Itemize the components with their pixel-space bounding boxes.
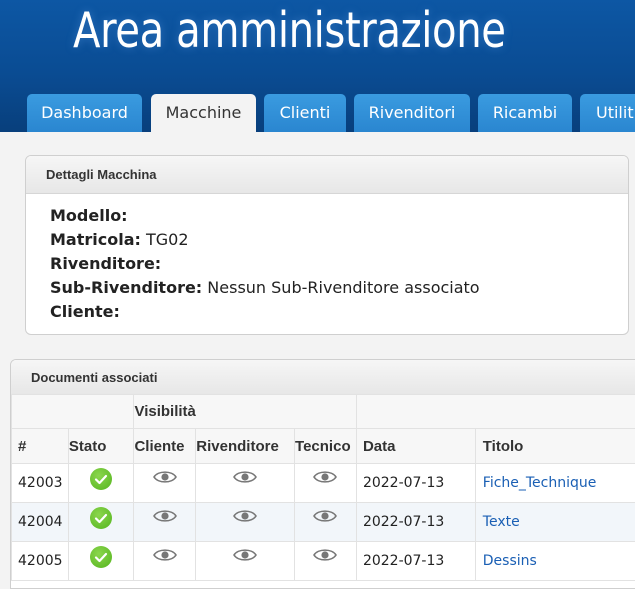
- check-circle-icon: [90, 507, 112, 529]
- field-label: Sub-Rivenditore:: [50, 278, 202, 297]
- eye-icon[interactable]: [233, 469, 257, 489]
- field-sub-rivenditore: Sub-Rivenditore: Nessun Sub-Rivenditore …: [50, 278, 480, 297]
- field-label: Cliente:: [50, 302, 120, 321]
- group-header-visibilita: Visibilità: [134, 395, 356, 429]
- col-header-titolo[interactable]: Titolo: [475, 429, 635, 464]
- field-value: Nessun Sub-Rivenditore associato: [207, 278, 479, 297]
- machine-details-title: Dettagli Macchina: [26, 156, 628, 194]
- field-modello: Modello:: [50, 206, 128, 225]
- check-circle-icon: [90, 546, 112, 568]
- doc-date: 2022-07-13: [356, 503, 475, 542]
- field-label: Matricola:: [50, 230, 141, 249]
- field-rivenditore: Rivenditore:: [50, 254, 161, 273]
- eye-icon[interactable]: [153, 547, 177, 567]
- tab-rivenditori[interactable]: Rivenditori: [354, 94, 470, 132]
- table-row: 42003 2022-07-13 Fiche_Technique: [12, 464, 635, 503]
- col-header-tecnico[interactable]: Tecnico: [295, 429, 357, 464]
- documents-panel: Documenti associati Visibilità # Stato C…: [10, 359, 635, 589]
- tab-utilita[interactable]: Utilit: [580, 94, 635, 132]
- visibility-rivenditore[interactable]: [196, 464, 295, 503]
- doc-id: 42003: [12, 464, 69, 503]
- eye-icon[interactable]: [233, 508, 257, 528]
- doc-id: 42004: [12, 503, 69, 542]
- tab-dashboard[interactable]: Dashboard: [27, 94, 142, 132]
- documents-table: Visibilità # Stato Cliente Rivenditore T…: [11, 394, 635, 581]
- field-value: TG02: [146, 230, 189, 249]
- table-row: 42004 2022-07-13 Texte: [12, 503, 635, 542]
- doc-title-link[interactable]: Texte: [475, 503, 635, 542]
- visibility-cliente[interactable]: [134, 464, 196, 503]
- documents-title: Documenti associati: [11, 360, 635, 395]
- doc-date: 2022-07-13: [356, 464, 475, 503]
- machine-details-panel: Dettagli Macchina Modello: Matricola: TG…: [25, 155, 629, 335]
- field-matricola: Matricola: TG02: [50, 230, 189, 249]
- eye-icon[interactable]: [153, 469, 177, 489]
- col-header-id[interactable]: #: [12, 429, 69, 464]
- col-header-data[interactable]: Data: [356, 429, 475, 464]
- visibility-cliente[interactable]: [134, 503, 196, 542]
- visibility-tecnico[interactable]: [295, 503, 357, 542]
- col-header-cliente[interactable]: Cliente: [134, 429, 196, 464]
- eye-icon[interactable]: [153, 508, 177, 528]
- col-header-rivenditore[interactable]: Rivenditore: [196, 429, 295, 464]
- group-header-empty: [356, 395, 635, 429]
- visibility-tecnico[interactable]: [295, 464, 357, 503]
- field-label: Modello:: [50, 206, 128, 225]
- status-cell: [68, 464, 134, 503]
- tab-ricambi[interactable]: Ricambi: [478, 94, 572, 132]
- admin-header: Area amministrazione Dashboard Macchine …: [0, 0, 635, 132]
- tab-clienti[interactable]: Clienti: [264, 94, 346, 132]
- visibility-rivenditore[interactable]: [196, 503, 295, 542]
- page-title: Area amministrazione: [73, 2, 506, 59]
- field-cliente: Cliente:: [50, 302, 120, 321]
- field-label: Rivenditore:: [50, 254, 161, 273]
- status-cell: [68, 503, 134, 542]
- check-circle-icon: [90, 468, 112, 490]
- eye-icon[interactable]: [313, 508, 337, 528]
- group-header-empty: [12, 395, 134, 429]
- doc-title-link[interactable]: Fiche_Technique: [475, 464, 635, 503]
- tab-macchine[interactable]: Macchine: [151, 94, 256, 132]
- eye-icon[interactable]: [313, 547, 337, 567]
- col-header-stato[interactable]: Stato: [68, 429, 134, 464]
- eye-icon[interactable]: [233, 547, 257, 567]
- eye-icon[interactable]: [313, 469, 337, 489]
